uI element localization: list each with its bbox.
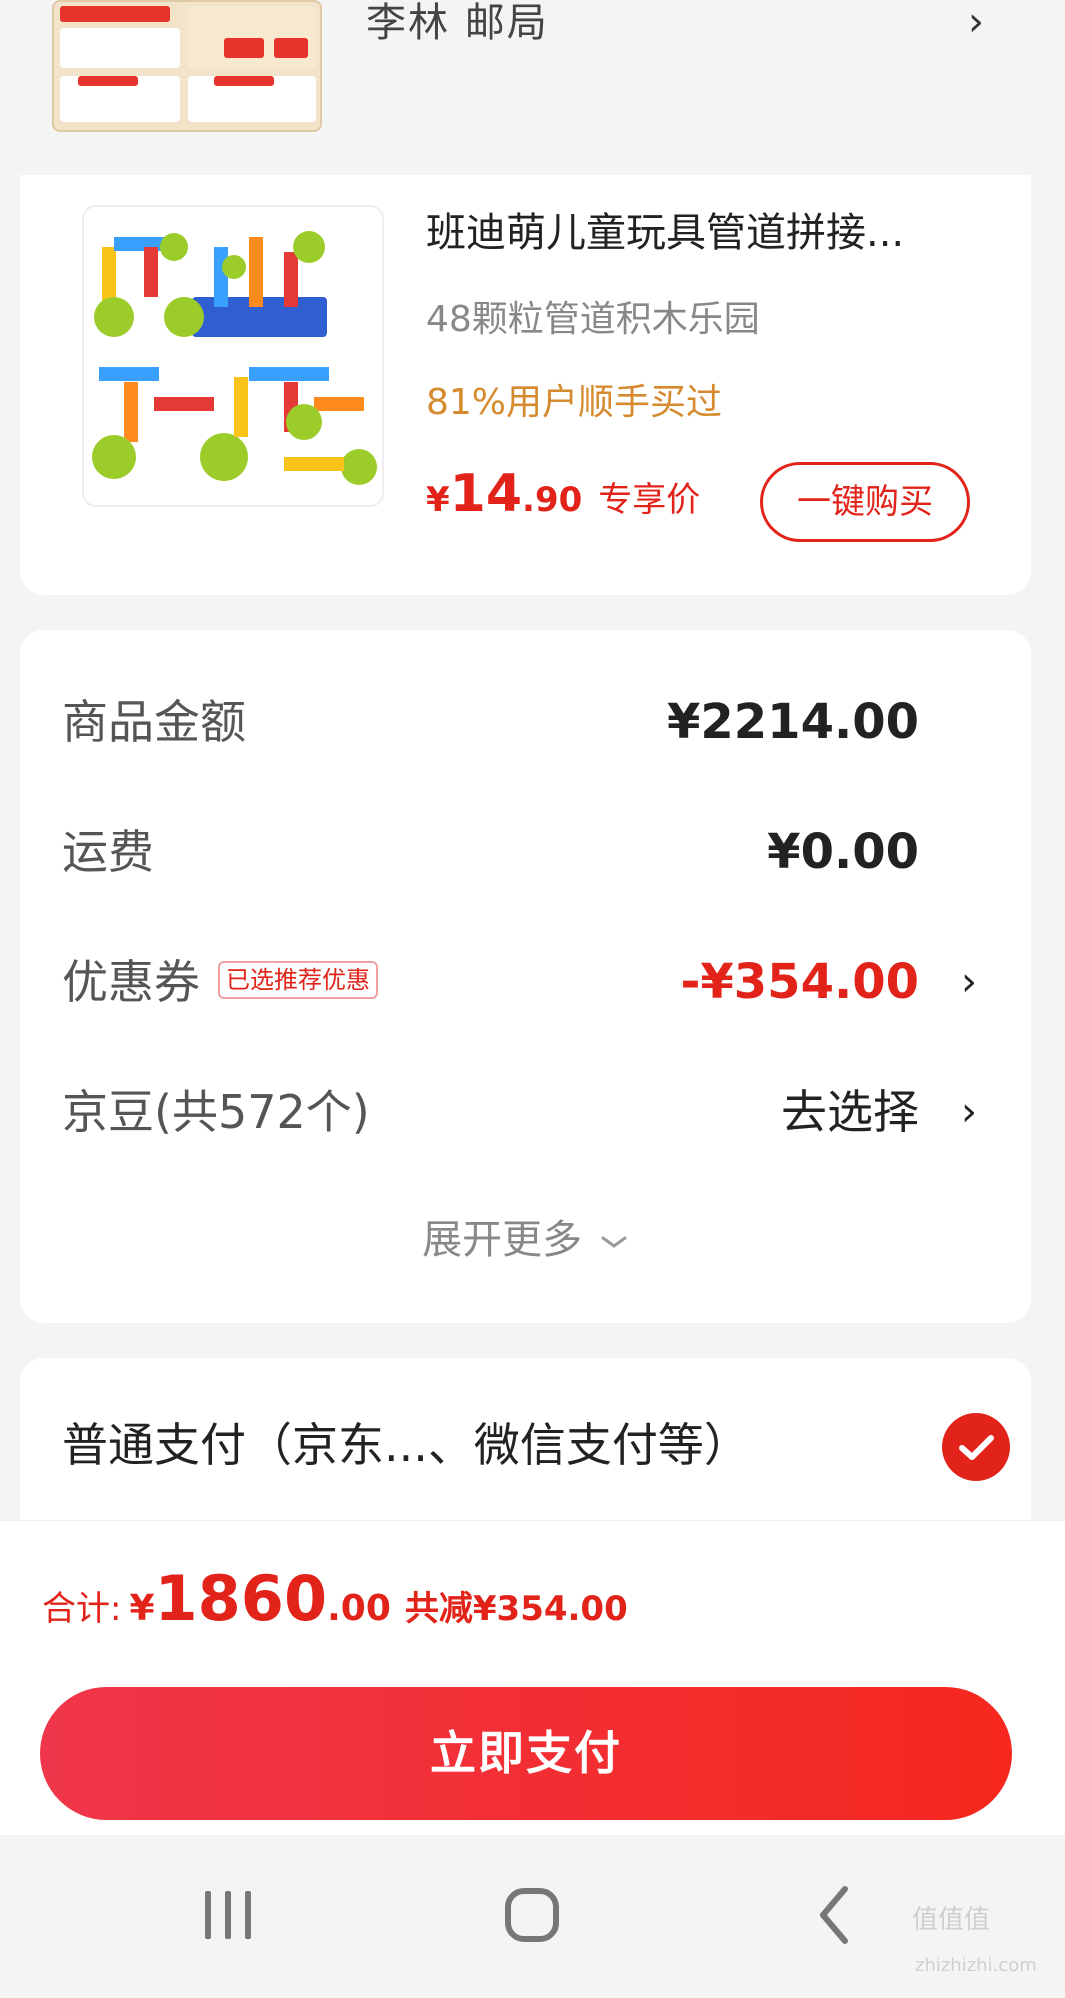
coupon-value: -¥354.00 (680, 954, 919, 1010)
summary-row-shipping: 运费 ¥0.00 (62, 812, 989, 892)
system-nav-bar (0, 1835, 1065, 1998)
jingdou-value: 去选择 (781, 1085, 919, 1139)
promo-thumbnail (52, 0, 322, 132)
chevron-down-icon (601, 1236, 627, 1248)
expand-more[interactable]: 展开更多 (20, 1210, 1031, 1270)
total-integer: 1860 (154, 1562, 328, 1635)
pay-bar: 立即支付 (0, 1670, 1065, 1835)
pay-now-button[interactable]: 立即支付 (40, 1687, 1012, 1820)
order-total: 合计: ¥1860.00 共减¥354.00 (42, 1559, 628, 1655)
price-currency: ¥ (426, 480, 450, 520)
total-label: 合计: (42, 1589, 122, 1629)
total-decimal: .00 (327, 1588, 391, 1629)
price-integer: 14 (449, 464, 523, 524)
one-click-buy-button[interactable]: 一键购买 (760, 462, 970, 542)
total-currency: ¥ (129, 1588, 155, 1629)
subtotal-label: 商品金额 (62, 695, 246, 749)
order-summary: 商品金额 ¥2214.00 运费 ¥0.00 优惠券 已选推荐优惠 -¥354.0… (20, 630, 1031, 1323)
address-chevron-icon[interactable]: › (968, 2, 984, 42)
address-text: 李林 邮局 (366, 0, 549, 46)
product-price: ¥14.90 专享价 (426, 463, 700, 537)
checkout-page: 李林 邮局 › 班迪萌儿童玩具管道拼接... 48颗粒管道积木乐园 81%用户顺… (0, 0, 1065, 1998)
product-buy-rate: 81%用户顺手买过 (426, 382, 723, 423)
expand-more-label: 展开更多 (422, 1217, 583, 1263)
back-icon[interactable] (763, 1835, 903, 1998)
subtotal-value: ¥2214.00 (666, 694, 919, 750)
shipping-value: ¥0.00 (767, 824, 919, 880)
price-decimal: .90 (522, 480, 583, 520)
watermark-logo: 值值值 (912, 1905, 991, 1935)
jingdou-label: 京豆(共572个) (62, 1085, 370, 1139)
summary-row-coupon[interactable]: 优惠券 已选推荐优惠 -¥354.00 › (62, 942, 989, 1022)
coupon-chevron-icon[interactable]: › (961, 942, 977, 1022)
address-section[interactable]: 李林 邮局 › (0, 0, 1065, 170)
check-icon[interactable] (942, 1413, 1010, 1481)
price-label: 专享价 (598, 480, 701, 520)
coupon-badge: 已选推荐优惠 (218, 960, 378, 999)
recent-apps-icon[interactable] (158, 1835, 298, 1998)
product-card: 班迪萌儿童玩具管道拼接... 48颗粒管道积木乐园 81%用户顺手买过 ¥14.… (20, 175, 1031, 595)
watermark-domain: zhizhizhi.com (915, 1955, 1037, 1976)
product-title[interactable]: 班迪萌儿童玩具管道拼接... (426, 205, 986, 261)
home-icon[interactable] (462, 1835, 602, 1998)
shipping-label: 运费 (62, 825, 154, 879)
summary-row-jingdou[interactable]: 京豆(共572个) 去选择 › (62, 1072, 989, 1152)
total-bar: 合计: ¥1860.00 共减¥354.00 (0, 1520, 1065, 1670)
product-spec: 48颗粒管道积木乐园 (426, 299, 760, 340)
coupon-label-wrap: 优惠券 已选推荐优惠 (62, 942, 378, 1022)
coupon-label: 优惠券 (62, 955, 200, 1009)
payment-method-label: 普通支付（京东...、微信支付等） (62, 1418, 750, 1472)
product-image[interactable] (82, 205, 384, 507)
jingdou-chevron-icon[interactable]: › (961, 1072, 977, 1152)
total-saving: 共减¥354.00 (404, 1589, 628, 1629)
summary-row-subtotal: 商品金额 ¥2214.00 (62, 682, 989, 762)
